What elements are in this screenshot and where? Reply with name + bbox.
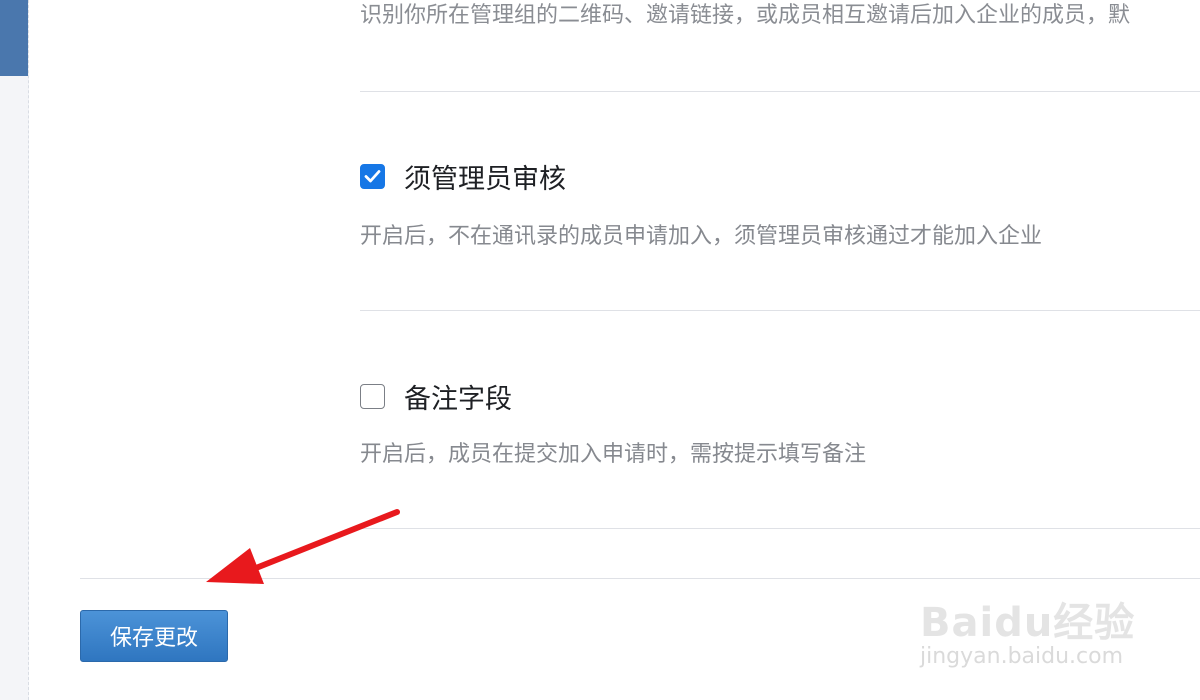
admin-review-label: 须管理员审核	[404, 163, 566, 195]
save-changes-button[interactable]: 保存更改	[80, 610, 228, 662]
footer-divider	[80, 578, 1200, 579]
sidebar-active-tab[interactable]	[0, 0, 28, 76]
admin-review-description: 开启后，不在通讯录的成员申请加入，须管理员审核通过才能加入企业	[360, 224, 1043, 249]
divider	[360, 91, 1200, 92]
divider	[360, 528, 1200, 529]
checkmark-icon	[364, 170, 381, 183]
watermark-url: jingyan.baidu.com	[920, 644, 1124, 669]
settings-page: 识别你所在管理组的二维码、邀请链接，或成员相互邀请后加入企业的成员，默 须管理员…	[0, 0, 1200, 700]
option-admin-review[interactable]: 须管理员审核	[360, 160, 566, 195]
intro-description: 识别你所在管理组的二维码、邀请链接，或成员相互邀请后加入企业的成员，默	[360, 3, 1131, 28]
remark-field-label: 备注字段	[404, 383, 512, 415]
left-sidebar	[0, 0, 29, 700]
option-remark-field[interactable]: 备注字段	[360, 380, 512, 415]
admin-review-checkbox[interactable]	[360, 163, 385, 189]
divider	[360, 310, 1200, 311]
remark-field-description: 开启后，成员在提交加入申请时，需按提示填写备注	[360, 442, 867, 467]
remark-field-checkbox[interactable]	[360, 383, 385, 409]
watermark-logo: Baidu经验	[920, 600, 1136, 646]
